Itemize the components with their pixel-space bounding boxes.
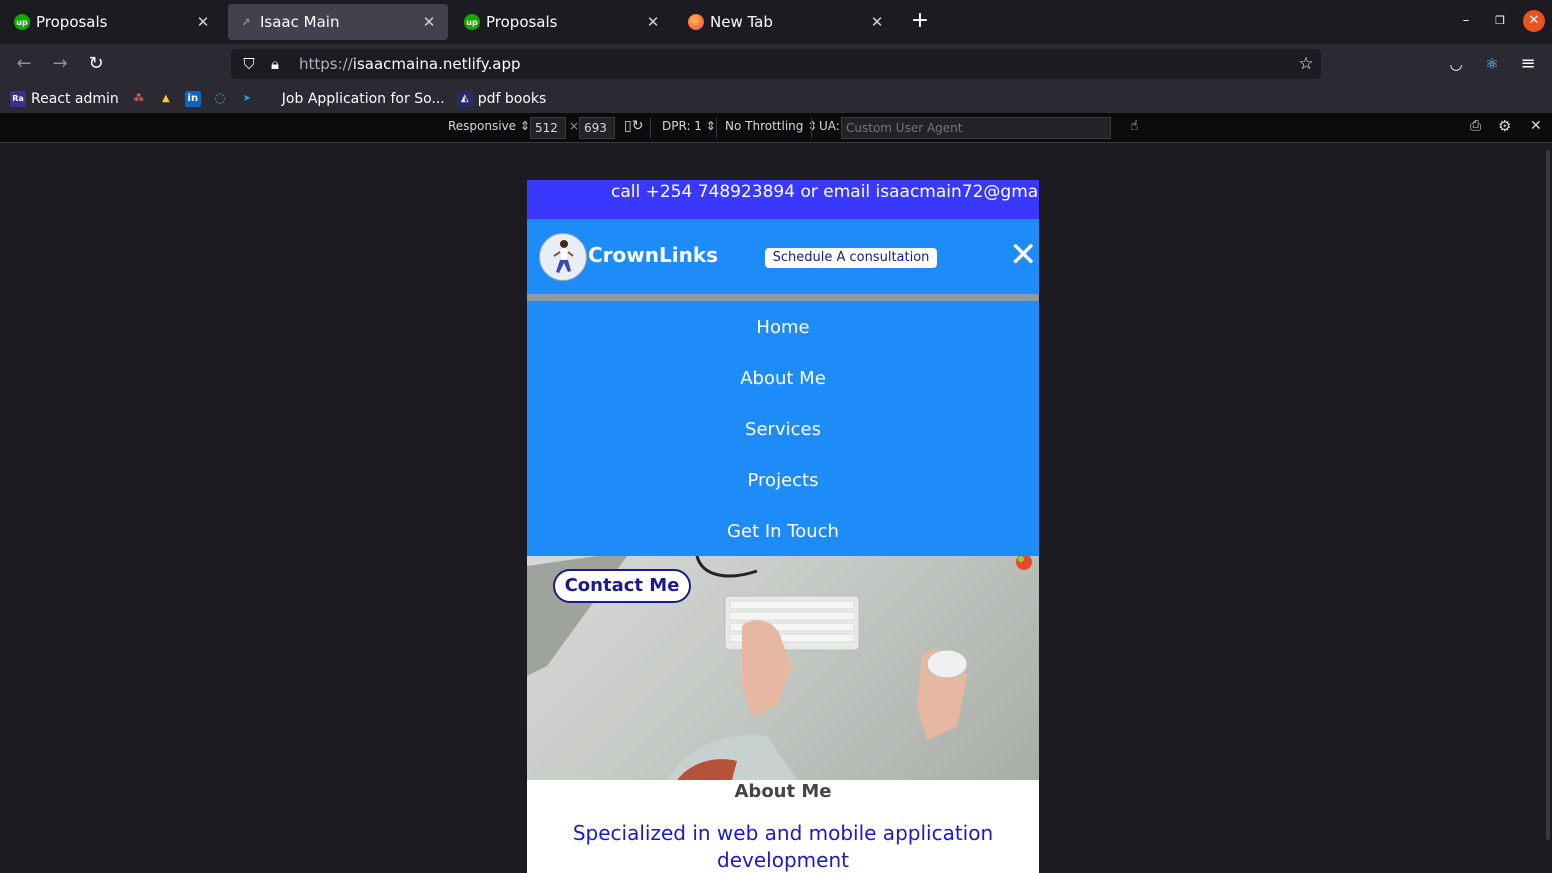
tab-proposals-2[interactable]: up Proposals ✕ [454, 4, 672, 40]
minimize-button[interactable]: – [1455, 10, 1477, 32]
restore-button[interactable]: ❐ [1489, 10, 1511, 32]
menu-icon[interactable]: ≡ [1516, 52, 1540, 76]
dimension-separator: × [569, 119, 580, 133]
close-rdm-icon[interactable]: ✕ [1530, 118, 1542, 134]
avatar[interactable] [539, 233, 587, 281]
rotate-icon[interactable]: ▯↻ [624, 118, 643, 134]
settings-icon[interactable]: ⚙ [1498, 117, 1511, 135]
header-divider [527, 294, 1039, 301]
close-tab-icon[interactable]: ✕ [868, 13, 886, 31]
bookmark-label: pdf books [477, 90, 547, 107]
about-subheading: Specialized in web and mobile applicatio… [572, 821, 994, 872]
url-bar[interactable]: ⛉ 🔒︎ https://isaacmaina.netlify.app ☆ [231, 49, 1321, 79]
circle-icon: ◌ [214, 91, 226, 106]
firefox-icon [688, 14, 704, 30]
tab-proposals-1[interactable]: up Proposals ✕ [4, 4, 222, 40]
site-icon: ↗ [241, 15, 251, 29]
tab-title: Proposals [486, 13, 558, 31]
bookmark-label: React admin [31, 90, 119, 107]
bird-icon: ➤ [242, 93, 251, 104]
touch-simulation-icon[interactable]: ☝ [1130, 118, 1139, 134]
upwork-icon: up [14, 14, 30, 30]
contact-banner: call +254 748923894 or email isaacmain72… [527, 180, 1039, 219]
asana-icon: ⁂ [133, 93, 144, 104]
close-tab-icon[interactable]: ✕ [644, 13, 662, 31]
url-text[interactable]: https://isaacmaina.netlify.app [299, 55, 1291, 73]
dpr-select[interactable]: DPR: 1 ⇕ [662, 119, 716, 133]
tab-title: Proposals [36, 13, 108, 31]
bookmark-star-icon[interactable]: ☆ [1291, 54, 1321, 74]
lock-icon[interactable]: 🔒︎ [265, 55, 285, 73]
ua-label: UA: [819, 119, 840, 133]
linkedin-icon: in [184, 90, 201, 107]
nav-item-projects[interactable]: Projects [527, 470, 1039, 491]
new-tab-button[interactable]: + [907, 8, 933, 33]
bookmark-pdf-books[interactable]: ◭ pdf books [456, 90, 547, 107]
bookmarks-bar: Ra React admin ⁂ ▲ in ◌ ➤ Job Applicatio… [0, 84, 1552, 113]
bookmark-bird[interactable]: ➤ [239, 91, 260, 107]
react-devtools-icon[interactable]: ⚛ [1480, 52, 1504, 76]
forward-button[interactable]: → [48, 52, 72, 76]
close-tab-icon[interactable]: ✕ [420, 13, 438, 31]
tab-isaac-main[interactable]: ↗ Isaac Main ✕ [228, 4, 448, 40]
bookmark-linkedin[interactable]: in [184, 90, 206, 107]
throttling-select[interactable]: No Throttling ⇕ [725, 119, 817, 133]
tab-strip: up Proposals ✕ ↗ Isaac Main ✕ up Proposa… [0, 0, 1552, 44]
close-tab-icon[interactable]: ✕ [194, 13, 212, 31]
nav-item-get-in-touch[interactable]: Get In Touch [527, 521, 1039, 542]
screenshot-icon[interactable]: ⎙ [1470, 118, 1481, 134]
viewport-height-input[interactable]: 693 [579, 117, 615, 139]
shield-icon[interactable]: ⛉ [239, 55, 259, 73]
device-select[interactable]: Responsive ⇕ [448, 119, 530, 133]
tab-title: New Tab [710, 13, 773, 31]
nav-item-services[interactable]: Services [527, 419, 1039, 440]
hero-image: Contact Me [527, 556, 1039, 780]
viewport-width-input[interactable]: 512 [530, 117, 566, 139]
bookmark-circle[interactable]: ◌ [212, 91, 233, 107]
upwork-icon: up [464, 14, 480, 30]
tab-new-tab[interactable]: New Tab ✕ [678, 4, 896, 40]
reload-button[interactable]: ↻ [84, 52, 108, 76]
tab-title: Isaac Main [260, 13, 340, 31]
bookmark-job-application[interactable]: Job Application for So... [282, 91, 445, 107]
nav-item-home[interactable]: Home [527, 317, 1039, 338]
scrollbar-thumb[interactable] [1546, 150, 1550, 840]
back-button[interactable]: ← [12, 52, 36, 76]
close-menu-icon[interactable]: ✕ [1009, 237, 1038, 273]
bookmark-firebase[interactable]: ▲ [158, 91, 179, 107]
site-header: CrownLinks Schedule A consultation ✕ [527, 219, 1039, 294]
schedule-consultation-button[interactable]: Schedule A consultation [765, 248, 937, 268]
contact-me-button[interactable]: Contact Me [553, 569, 691, 603]
brand-name[interactable]: CrownLinks [588, 243, 718, 267]
books-icon: ◭ [456, 90, 473, 107]
react-admin-icon: Ra [10, 90, 26, 107]
emulated-viewport: call +254 748923894 or email isaacmain72… [527, 180, 1039, 873]
nav-item-about-me[interactable]: About Me [527, 368, 1039, 389]
responsive-design-toolbar: Responsive ⇕ 512 × 693 ▯↻ DPR: 1 ⇕ No Th… [0, 113, 1552, 143]
nav-menu: Home About Me Services Projects Get In T… [527, 301, 1039, 556]
bookmark-react-admin[interactable]: Ra React admin [10, 90, 119, 107]
user-agent-input[interactable] [841, 117, 1111, 139]
firebase-icon: ▲ [161, 93, 170, 104]
bookmark-asana[interactable]: ⁂ [131, 91, 152, 107]
navigation-bar: ← → ↻ ⛉ 🔒︎ https://isaacmaina.netlify.ap… [0, 44, 1552, 84]
about-heading: About Me [734, 781, 832, 802]
pocket-icon[interactable]: ◡ [1444, 52, 1468, 76]
close-window-button[interactable]: ✕ [1523, 10, 1545, 32]
bookmark-label: Job Application for So... [281, 90, 445, 107]
